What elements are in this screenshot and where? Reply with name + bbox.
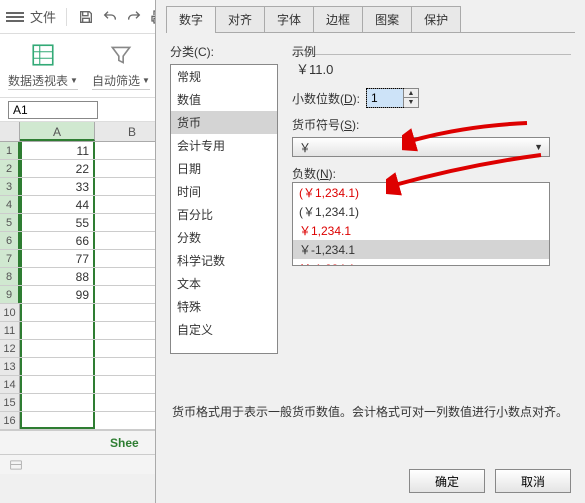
row-header[interactable]: 8 [0,268,20,285]
dialog-tab-2[interactable]: 字体 [264,6,314,32]
row-header[interactable]: 10 [0,304,20,321]
category-item[interactable]: 科学记数 [171,249,277,272]
spinner-up[interactable]: ▲ [404,89,418,98]
cell[interactable]: 11 [20,142,95,159]
file-menu[interactable]: 文件 [30,7,56,26]
negative-item[interactable]: (￥1,234.1) [293,183,549,202]
format-cells-dialog: 数字对齐字体边框图案保护 分类(C): 常规数值货币会计专用日期时间百分比分数科… [155,0,585,503]
decimal-spinner[interactable]: ▲ ▼ [366,88,419,108]
negative-list[interactable]: (￥1,234.1)(￥1,234.1)￥1,234.1￥-1,234.1￥-1… [292,182,550,266]
row-header[interactable]: 6 [0,232,20,249]
col-header-A[interactable]: A [20,122,95,141]
row-header[interactable]: 15 [0,394,20,411]
redo-icon[interactable] [125,9,143,25]
negative-item[interactable]: (￥1,234.1) [293,202,549,221]
sheet-tab[interactable]: Shee [110,436,139,450]
row-header[interactable]: 4 [0,196,20,213]
example-value: ￥11.0 [292,59,571,78]
pivot-label: 数据透视表 [8,72,68,89]
statusbar-icon [8,458,24,472]
cancel-button[interactable]: 取消 [495,469,571,493]
cell[interactable]: 44 [20,196,95,213]
dialog-tab-5[interactable]: 保护 [411,6,461,32]
dialog-tab-0[interactable]: 数字 [166,6,216,32]
cell[interactable] [20,322,95,339]
cell[interactable]: 99 [20,286,95,303]
cell[interactable]: 66 [20,232,95,249]
filter-label: 自动筛选 [92,72,140,89]
save-icon[interactable] [77,9,95,25]
filter-button[interactable]: 自动筛选▼ [92,42,150,90]
ok-button[interactable]: 确定 [409,469,485,493]
cell[interactable]: 33 [20,178,95,195]
negative-label: 负数(N): [292,167,336,181]
row-header[interactable]: 1 [0,142,20,159]
filter-icon [108,42,134,68]
pivot-icon [30,42,56,68]
name-box[interactable] [8,101,98,119]
row-header[interactable]: 7 [0,250,20,267]
category-item[interactable]: 文本 [171,272,277,295]
row-header[interactable]: 11 [0,322,20,339]
row-header[interactable]: 12 [0,340,20,357]
decimal-input[interactable] [367,89,403,107]
row-header[interactable]: 13 [0,358,20,375]
cell[interactable] [20,340,95,357]
row-header[interactable]: 3 [0,178,20,195]
category-item[interactable]: 日期 [171,157,277,180]
combo-value: ￥ [299,139,311,156]
dialog-tab-1[interactable]: 对齐 [215,6,265,32]
cell[interactable]: 77 [20,250,95,267]
symbol-label: 货币符号(S): [292,118,359,132]
category-list[interactable]: 常规数值货币会计专用日期时间百分比分数科学记数文本特殊自定义 [170,64,278,354]
dialog-tabs: 数字对齐字体边框图案保护 [156,0,585,32]
currency-symbol-combo[interactable]: ￥ ▼ [292,137,550,157]
row-header[interactable]: 16 [0,412,20,429]
category-item[interactable]: 数值 [171,88,277,111]
row-header[interactable]: 2 [0,160,20,177]
separator [66,8,67,26]
row-header[interactable]: 5 [0,214,20,231]
negative-item[interactable]: ￥-1,234.1 [293,240,549,259]
cell[interactable]: 88 [20,268,95,285]
category-item[interactable]: 时间 [171,180,277,203]
chevron-down-icon: ▼ [534,142,543,152]
cell[interactable]: 22 [20,160,95,177]
row-header[interactable]: 14 [0,376,20,393]
category-item[interactable]: 特殊 [171,295,277,318]
pivot-button[interactable]: 数据透视表▼ [8,42,78,90]
undo-icon[interactable] [101,9,119,25]
cell[interactable] [20,376,95,393]
category-label: 分类(C): [170,43,278,60]
category-item[interactable]: 会计专用 [171,134,277,157]
category-item[interactable]: 常规 [171,65,277,88]
negative-item[interactable]: ￥1,234.1 [293,221,549,240]
example-group: ￥11.0 [292,54,571,88]
hamburger-icon[interactable] [6,12,24,22]
category-item[interactable]: 自定义 [171,318,277,341]
row-header[interactable]: 9 [0,286,20,303]
category-item[interactable]: 分数 [171,226,277,249]
dialog-tab-3[interactable]: 边框 [313,6,363,32]
cell[interactable]: 55 [20,214,95,231]
select-all-corner[interactable] [0,122,20,141]
category-item[interactable]: 百分比 [171,203,277,226]
dialog-tab-4[interactable]: 图案 [362,6,412,32]
cell[interactable] [20,304,95,321]
decimal-label: 小数位数(D): [292,90,360,107]
spinner-down[interactable]: ▼ [404,98,418,107]
cell[interactable] [20,358,95,375]
format-description: 货币格式用于表示一般货币数值。会计格式可对一列数值进行小数点对齐。 [172,403,569,420]
negative-item[interactable]: ￥-1,234.1 [293,259,549,266]
cell[interactable] [20,394,95,411]
cell[interactable] [20,412,95,429]
category-item[interactable]: 货币 [171,111,277,134]
